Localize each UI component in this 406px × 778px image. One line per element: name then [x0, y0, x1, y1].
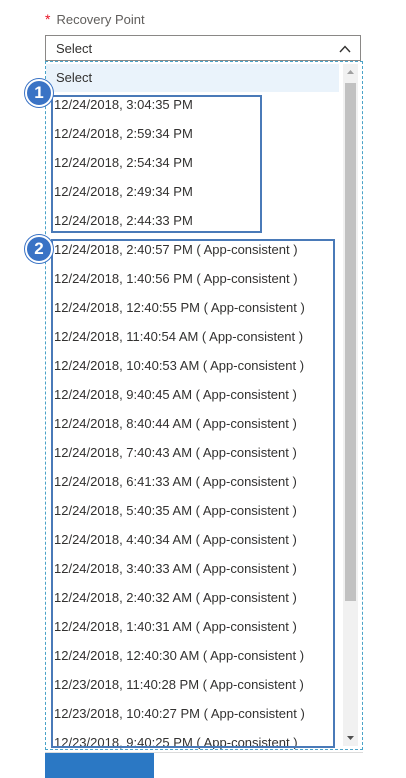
badge-2: 2	[25, 235, 53, 263]
recovery-point-label: * Recovery Point	[45, 11, 145, 27]
badge-1: 1	[25, 79, 53, 107]
group-app-consistent-box	[51, 239, 335, 748]
dropdown-scrollbar[interactable]	[343, 64, 358, 746]
recovery-point-select[interactable]: Select	[45, 35, 361, 61]
required-asterisk: *	[45, 11, 51, 27]
group-crash-consistent-box	[51, 95, 262, 233]
scrollbar-thumb[interactable]	[345, 83, 356, 601]
chevron-up-icon	[339, 45, 351, 53]
primary-action-button[interactable]	[45, 753, 154, 778]
scroll-up-arrow-icon[interactable]	[343, 64, 358, 80]
option-select-placeholder[interactable]: Select	[46, 64, 339, 92]
select-value: Select	[56, 41, 93, 56]
scroll-down-arrow-icon[interactable]	[343, 730, 358, 746]
recovery-point-label-text: Recovery Point	[56, 12, 145, 27]
